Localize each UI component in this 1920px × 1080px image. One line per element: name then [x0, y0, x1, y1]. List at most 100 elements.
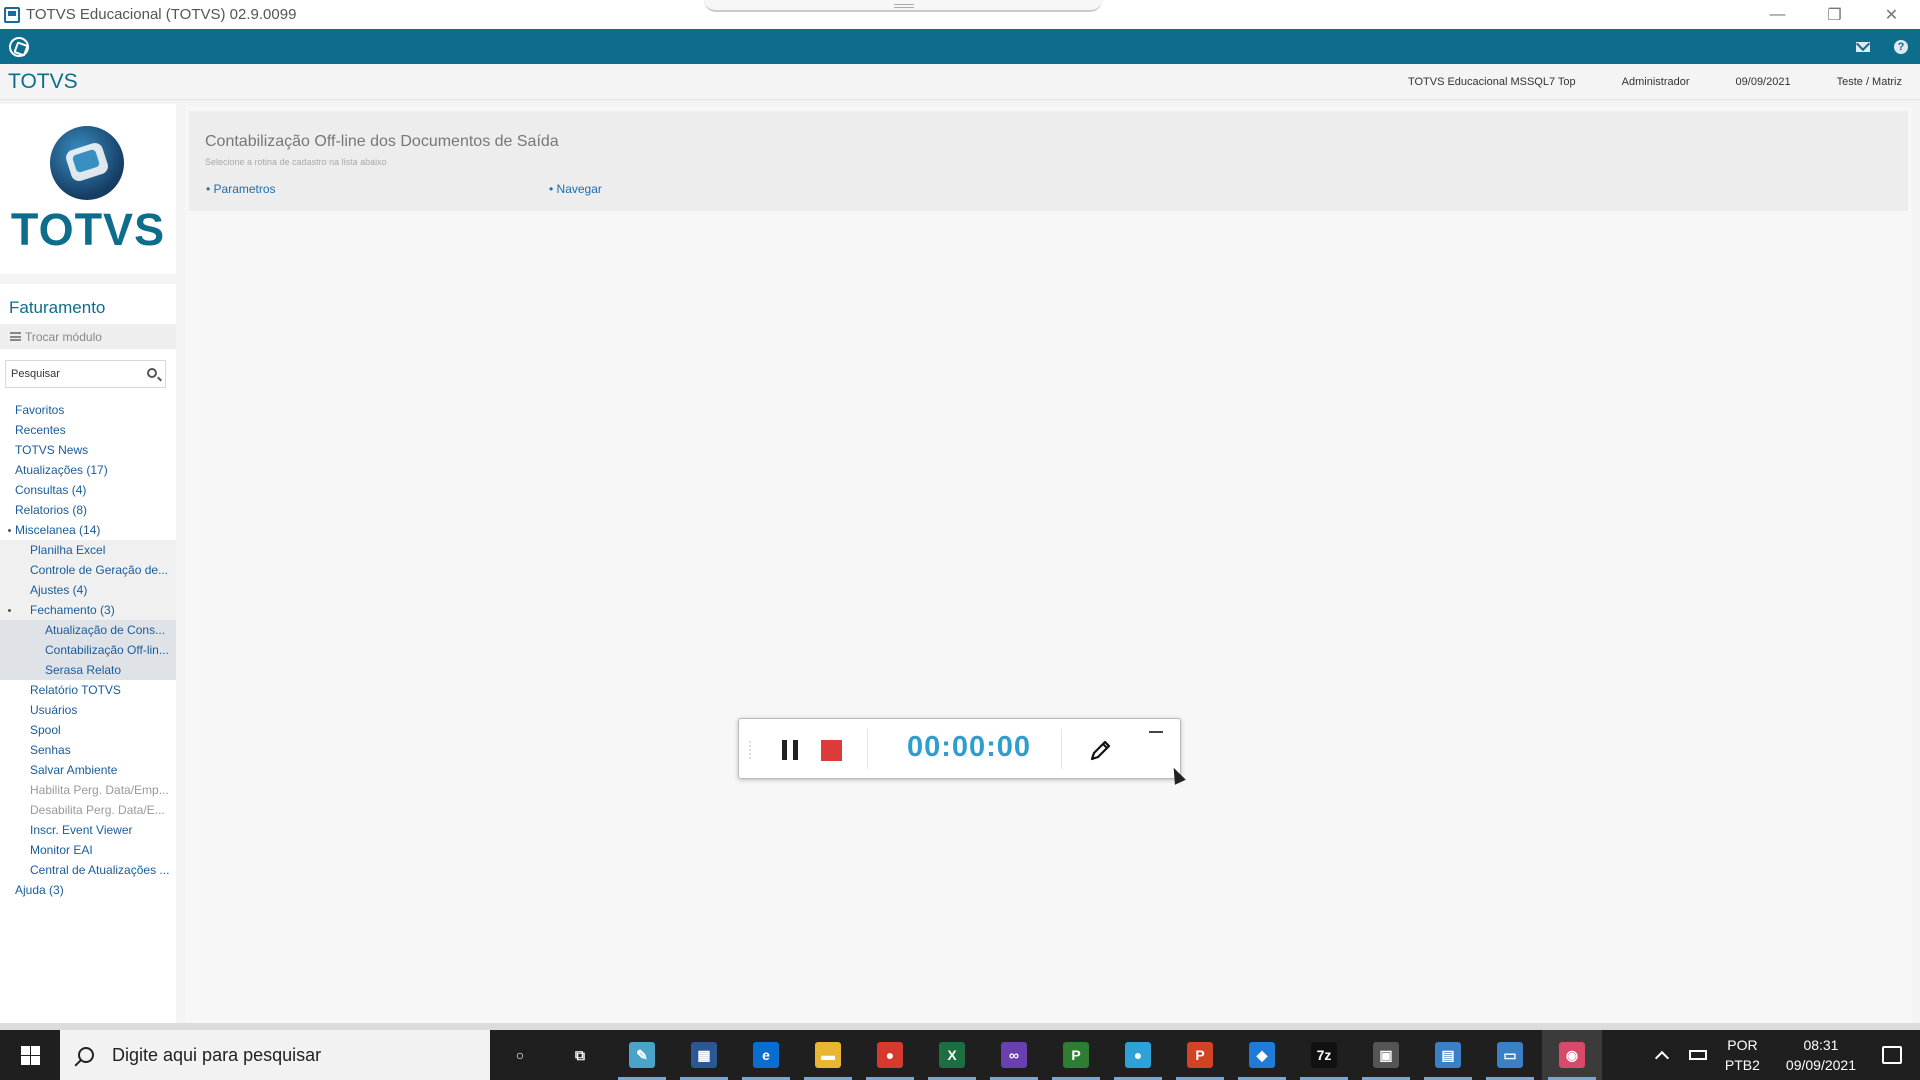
minimize-button[interactable]: —	[1749, 0, 1806, 29]
totvs-home-icon[interactable]	[9, 36, 29, 57]
sidebar-item[interactable]: Consultas (4)	[0, 480, 176, 500]
taskbar-app[interactable]: e	[736, 1030, 796, 1080]
taskbar-app[interactable]: ◆	[1232, 1030, 1292, 1080]
module-title: Faturamento	[9, 298, 106, 317]
sidebar-item[interactable]: Atualização de Cons...	[0, 620, 176, 640]
taskbar-app[interactable]: ▭	[1480, 1030, 1540, 1080]
taskbar-app[interactable]: ▦	[674, 1030, 734, 1080]
taskbar-app[interactable]: ▤	[1418, 1030, 1478, 1080]
sidebar-item[interactable]: Atualizações (17)	[0, 460, 176, 480]
taskbar-app[interactable]: ●	[1108, 1030, 1168, 1080]
totvs-logo-icon	[50, 126, 124, 200]
close-button[interactable]: ✕	[1863, 0, 1920, 29]
taskbar-app[interactable]: P	[1046, 1030, 1106, 1080]
sidebar-item[interactable]: Ajustes (4)	[0, 580, 176, 600]
top-toolbar: ?	[0, 29, 1920, 64]
sidebar-item[interactable]: Monitor EAI	[0, 840, 176, 860]
vscode-icon: ◆	[1249, 1042, 1275, 1068]
sidebar-item[interactable]: Fechamento (3)	[0, 600, 176, 620]
pen-icon[interactable]	[1088, 737, 1114, 763]
hamburger-icon	[10, 332, 21, 341]
drag-grip-icon[interactable]	[749, 741, 755, 759]
header-bar: TOTVS TOTVS Educacional MSSQL7 Top Admin…	[0, 64, 1920, 100]
sidebar-item[interactable]: Senhas	[0, 740, 176, 760]
sidebar-item[interactable]: Ajuda (3)	[0, 880, 176, 900]
sidebar-item[interactable]: Usuários	[0, 700, 176, 720]
parametros-link[interactable]: • Parametros	[206, 182, 276, 196]
taskbar-app[interactable]: ●	[860, 1030, 920, 1080]
sidebar-item[interactable]: Spool	[0, 720, 176, 740]
taskbar-app[interactable]: 7z	[1294, 1030, 1354, 1080]
clock[interactable]: 08:31 09/09/2021	[1786, 1035, 1856, 1075]
taskbar-app[interactable]: ✎	[612, 1030, 672, 1080]
environment-label: TOTVS Educacional MSSQL7 Top	[1407, 76, 1576, 88]
sidebar-item[interactable]: Contabilização Off-lin...	[0, 640, 176, 660]
sidebar-item[interactable]: Central de Atualizações ...	[0, 860, 176, 880]
taskbar-app[interactable]: ▬	[798, 1030, 858, 1080]
navegar-link[interactable]: • Navegar	[549, 182, 602, 196]
stop-button[interactable]	[821, 740, 842, 761]
sidebar-item[interactable]: Habilita Perg. Data/Emp...	[0, 780, 176, 800]
sidebar-item[interactable]: Relatório TOTVS	[0, 680, 176, 700]
search-box[interactable]	[5, 360, 166, 388]
sidebar-item[interactable]: TOTVS News	[0, 440, 176, 460]
clock-date: 09/09/2021	[1785, 1057, 1856, 1073]
sidebar-item[interactable]: Miscelanea (14)	[0, 520, 176, 540]
edge-icon: e	[753, 1042, 779, 1068]
help-icon[interactable]: ?	[1894, 39, 1908, 54]
taskbar-app[interactable]: ○	[490, 1030, 550, 1080]
mail-icon[interactable]	[1856, 41, 1870, 52]
windows-logo-icon	[20, 1045, 40, 1065]
show-hidden-icons-icon[interactable]	[1654, 1050, 1669, 1066]
sidebar-item[interactable]: Favoritos	[0, 400, 176, 420]
sidebar-item[interactable]: Salvar Ambiente	[0, 760, 176, 780]
sidebar-item[interactable]: Inscr. Event Viewer	[0, 820, 176, 840]
company-label[interactable]: Teste / Matriz	[1837, 76, 1902, 88]
sidebar-item[interactable]: Planilha Excel	[0, 540, 176, 560]
logo-box: TOTVS	[0, 104, 176, 274]
notification-icon[interactable]	[1882, 1046, 1902, 1064]
language-label: POR	[1727, 1037, 1758, 1053]
sidebar-item[interactable]: Desabilita Perg. Data/E...	[0, 800, 176, 820]
pause-button[interactable]	[781, 740, 799, 760]
taskbar-app[interactable]: ▣	[1356, 1030, 1416, 1080]
status-strip	[0, 1023, 1920, 1030]
chrome-alt-icon: ●	[1125, 1042, 1151, 1068]
taskbar-search-input[interactable]	[112, 1044, 472, 1066]
task-view-icon: ⧉	[567, 1042, 593, 1068]
sidebar-item[interactable]: Relatorios (8)	[0, 500, 176, 520]
logo-text: TOTVS	[10, 204, 166, 255]
store-icon: ▦	[691, 1042, 717, 1068]
divider	[1061, 729, 1062, 769]
search-icon	[78, 1047, 94, 1063]
network-icon[interactable]	[1688, 1050, 1707, 1060]
clock-time: 08:31	[1803, 1037, 1839, 1053]
menu-tree: Favoritos Recentes TOTVS News Atualizações …	[0, 400, 176, 900]
taskbar-app[interactable]: ⧉	[550, 1030, 610, 1080]
taskbar-app[interactable]: P	[1170, 1030, 1230, 1080]
sidebar-item[interactable]: Recentes	[0, 420, 176, 440]
search-icon[interactable]	[147, 368, 157, 378]
screen-recorder-widget: 00:00:00	[738, 718, 1181, 779]
taskbar-app[interactable]: ∞	[984, 1030, 1044, 1080]
explorer-icon: ▬	[815, 1042, 841, 1068]
excel-icon: X	[939, 1042, 965, 1068]
sidebar-item[interactable]: Serasa Relato	[0, 660, 176, 680]
taskbar-app[interactable]: ◉	[1542, 1030, 1602, 1080]
restore-button[interactable]: ❐	[1806, 0, 1863, 29]
user-label[interactable]: Administrador	[1622, 76, 1690, 88]
start-button[interactable]	[0, 1030, 60, 1080]
search-input[interactable]	[11, 368, 141, 380]
taskbar-app[interactable]: X	[922, 1030, 982, 1080]
routine-header: Contabilização Off-line dos Documentos d…	[189, 111, 1908, 211]
input-language[interactable]: POR PTB2	[1725, 1035, 1760, 1075]
switch-module-button[interactable]: Trocar módulo	[0, 324, 176, 349]
page-subtitle: Selecione a rotina de cadastro na lista …	[205, 157, 387, 167]
minimize-widget-button[interactable]	[1149, 731, 1163, 733]
system-tray: POR PTB2 08:31 09/09/2021	[1654, 1030, 1920, 1080]
cortana-icon: ○	[507, 1042, 533, 1068]
sidebar-item[interactable]: Controle de Geração de...	[0, 560, 176, 580]
taskbar-search[interactable]	[60, 1030, 490, 1080]
grab-handle-icon[interactable]	[894, 4, 914, 8]
recording-timer: 00:00:00	[906, 731, 1032, 763]
